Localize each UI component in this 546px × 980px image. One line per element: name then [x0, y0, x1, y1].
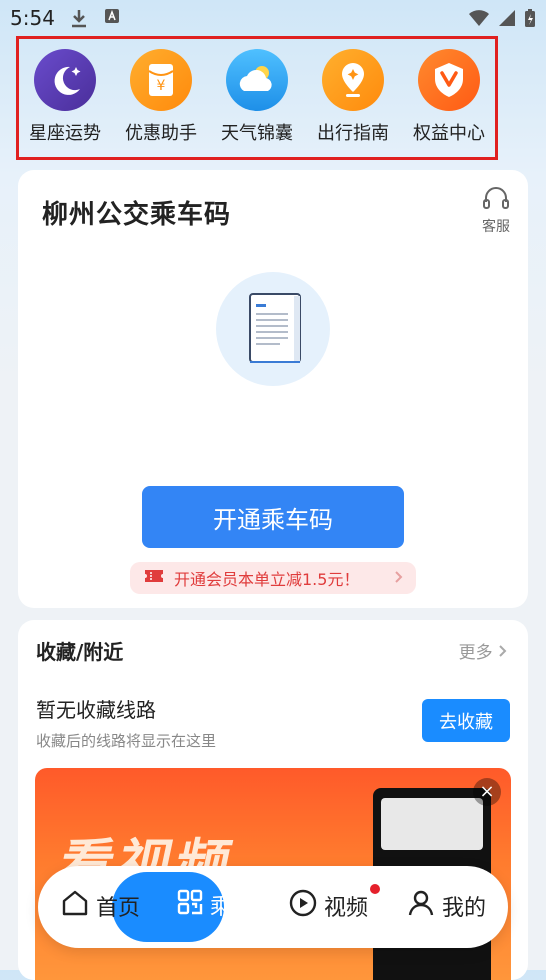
- cloud-sun-icon: [226, 49, 288, 111]
- wifi-icon: [468, 9, 490, 31]
- tab-mine[interactable]: 我的: [406, 888, 486, 924]
- bottom-tab-bar: 首页 乘 视频 我的: [38, 866, 508, 948]
- close-icon[interactable]: ×: [473, 778, 501, 806]
- empty-favorites-subtitle: 收藏后的线路将显示在这里: [36, 732, 217, 750]
- status-icons: [468, 8, 536, 32]
- quick-action-label: 优惠助手: [125, 123, 197, 144]
- headset-icon: [482, 186, 510, 216]
- location-pin-icon: [322, 49, 384, 111]
- quick-action-benefits[interactable]: 权益中心: [401, 49, 497, 145]
- battery-charging-icon: [524, 8, 536, 32]
- quick-action-label: 权益中心: [413, 123, 485, 144]
- promo-text: 开通会员本单立减1.5元！: [174, 570, 360, 589]
- download-icon: [70, 8, 88, 33]
- qr-code-icon: [176, 888, 204, 922]
- status-bar: 5:54: [0, 0, 546, 38]
- svg-text:¥: ¥: [157, 78, 166, 94]
- customer-service-button[interactable]: 客服: [482, 186, 510, 236]
- font-icon: [104, 8, 120, 29]
- empty-favorites-title: 暂无收藏线路: [36, 698, 156, 722]
- member-promo-banner[interactable]: 开通会员本单立减1.5元！: [130, 562, 416, 594]
- play-circle-icon: [288, 888, 318, 924]
- tab-label: 乘: [210, 895, 233, 920]
- chevron-right-icon: [394, 569, 404, 588]
- customer-service-label: 客服: [482, 219, 510, 235]
- favorites-section-title: 收藏/附近: [36, 640, 124, 664]
- ticket-icon: [144, 568, 164, 588]
- quick-action-label: 出行指南: [317, 123, 389, 144]
- more-label: 更多: [458, 643, 493, 663]
- tab-ride-code[interactable]: 乘: [176, 888, 232, 922]
- document-icon: [249, 293, 301, 363]
- quick-action-coupon[interactable]: ¥ 优惠助手: [113, 49, 209, 145]
- tab-label: 我的: [442, 896, 487, 921]
- notification-dot: [370, 884, 380, 894]
- tab-label: 视频: [324, 896, 369, 921]
- quick-action-label: 天气锦囊: [221, 123, 293, 144]
- tab-video[interactable]: 视频: [288, 884, 380, 924]
- quick-action-travel-guide[interactable]: 出行指南: [305, 49, 401, 145]
- card-title: 柳州公交乘车码: [42, 200, 232, 230]
- more-link[interactable]: 更多: [459, 638, 508, 663]
- go-collect-button[interactable]: 去收藏: [422, 699, 510, 742]
- status-time: 5:54: [10, 6, 55, 30]
- tab-home[interactable]: 首页: [60, 888, 140, 924]
- bus-code-card: 柳州公交乘车码 客服 开通乘车码 开通会员本单立减1.5元！: [18, 170, 528, 608]
- empty-document-illustration: [216, 272, 330, 386]
- chevron-right-icon: [498, 643, 508, 663]
- tab-label: 首页: [96, 896, 141, 921]
- user-icon: [406, 888, 436, 924]
- quick-actions-row: 星座运势 ¥ 优惠助手 天气锦囊 出行指南 权益中心: [16, 36, 498, 160]
- vip-badge-icon: [418, 49, 480, 111]
- quick-action-label: 星座运势: [29, 123, 101, 144]
- moon-star-icon: [34, 49, 96, 111]
- home-icon: [60, 888, 90, 924]
- quick-action-horoscope[interactable]: 星座运势: [17, 49, 113, 145]
- quick-action-weather[interactable]: 天气锦囊: [209, 49, 305, 145]
- signal-icon: [498, 9, 516, 31]
- red-envelope-icon: ¥: [130, 49, 192, 111]
- open-bus-code-button[interactable]: 开通乘车码: [142, 486, 404, 548]
